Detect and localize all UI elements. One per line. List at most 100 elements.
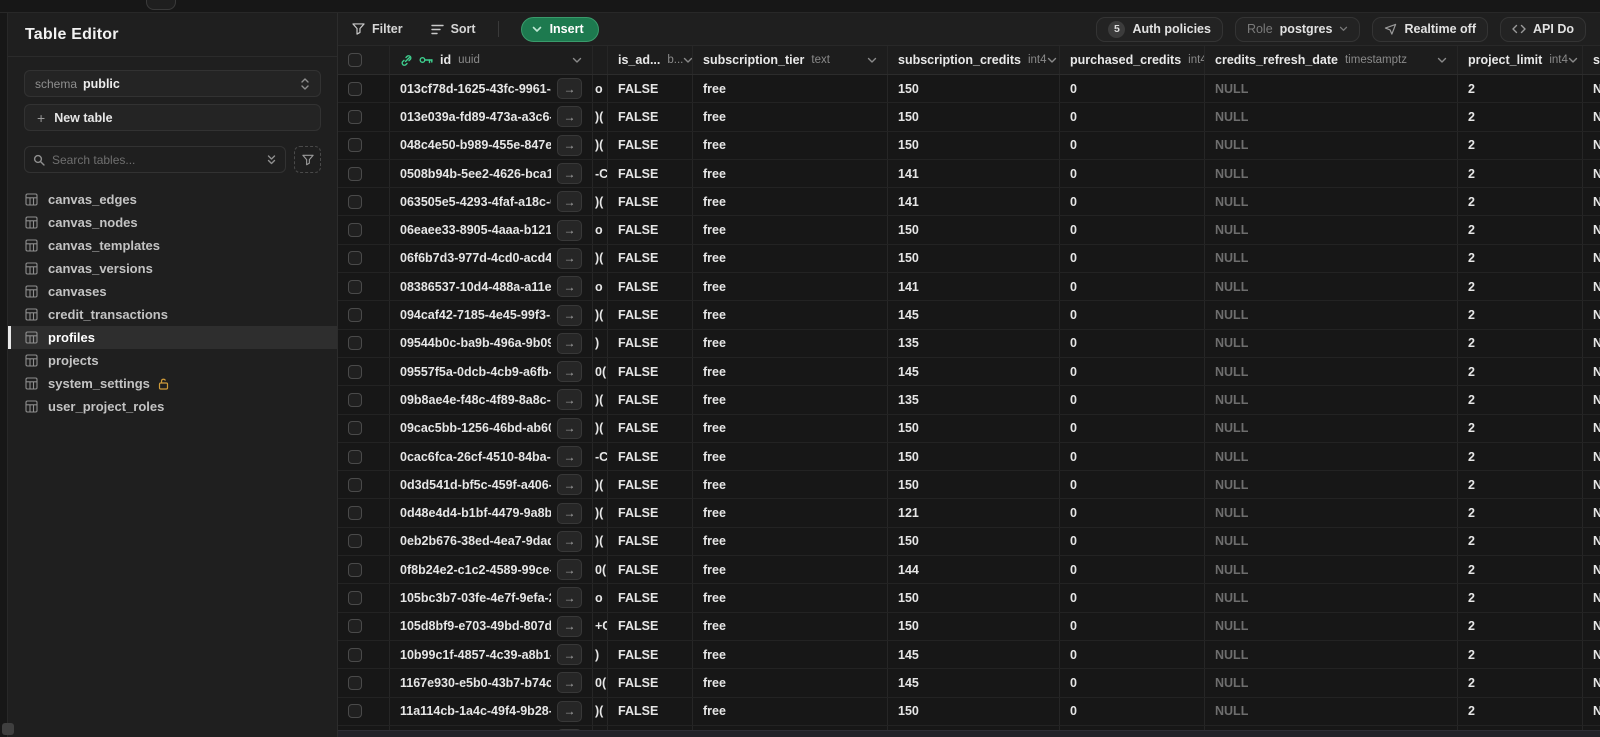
su-cell[interactable]: NU: [1583, 216, 1600, 243]
subscription-credits-cell[interactable]: 150: [888, 244, 1060, 273]
project-limit-cell[interactable]: 2: [1458, 244, 1583, 273]
clipped-cell[interactable]: )(: [593, 471, 608, 499]
project-limit-cell[interactable]: 2: [1458, 357, 1583, 386]
su-cell[interactable]: NU: [1583, 641, 1600, 668]
purchased-credits-cell[interactable]: 0: [1060, 612, 1205, 640]
select-all-checkbox[interactable]: [348, 53, 362, 67]
row-checkbox[interactable]: [348, 392, 362, 407]
row-checkbox[interactable]: [348, 477, 362, 492]
subscription-credits-cell[interactable]: 150: [888, 131, 1060, 159]
row-checkbox[interactable]: [348, 279, 362, 294]
row-checkbox[interactable]: [348, 308, 362, 323]
expand-row-button[interactable]: →: [557, 446, 582, 467]
table-row[interactable]: 08386537-10d4-488a-a11e-eb5a6... → o FAL…: [338, 273, 1600, 302]
su-cell[interactable]: NU: [1583, 386, 1600, 413]
project-limit-cell[interactable]: 2: [1458, 584, 1583, 612]
row-checkbox[interactable]: [348, 364, 362, 379]
table-row[interactable]: 1167e930-e5b0-43b7-b74c-788c9... → 0( FA…: [338, 669, 1600, 698]
sidebar-item-canvas_templates[interactable]: canvas_templates: [8, 234, 337, 257]
sidebar-item-system_settings[interactable]: system_settings: [8, 372, 337, 395]
table-row[interactable]: 105bc3b7-03fe-4e7f-9efa-21bb40... → o FA…: [338, 584, 1600, 613]
is-admin-cell[interactable]: FALSE: [608, 442, 693, 471]
row-checkbox[interactable]: [348, 81, 362, 96]
project-limit-cell[interactable]: 2: [1458, 612, 1583, 640]
purchased-credits-cell[interactable]: 0: [1060, 527, 1205, 556]
subscription-tier-cell[interactable]: free: [693, 414, 888, 442]
subscription-tier-cell[interactable]: free: [693, 527, 888, 556]
project-limit-cell[interactable]: 2: [1458, 216, 1583, 244]
column-header-subscription-tier[interactable]: subscription_tier text: [693, 46, 888, 74]
subscription-tier-cell[interactable]: free: [693, 612, 888, 640]
credits-refresh-date-cell[interactable]: NULL: [1205, 159, 1458, 188]
column-header-credits-refresh-date[interactable]: credits_refresh_date timestamptz: [1205, 46, 1458, 74]
expand-row-button[interactable]: →: [557, 106, 582, 128]
table-row[interactable]: 0f8b24e2-c1c2-4589-99ce-2c52d... → 0( FA…: [338, 556, 1600, 585]
su-cell[interactable]: NU: [1583, 103, 1600, 130]
subscription-tier-cell[interactable]: free: [693, 188, 888, 216]
su-cell[interactable]: NU: [1583, 301, 1600, 328]
id-cell[interactable]: 048c4e50-b989-455e-847e-fb2f... →: [390, 131, 593, 159]
purchased-credits-cell[interactable]: 0: [1060, 697, 1205, 725]
id-cell[interactable]: 11a114cb-1a4c-49f4-9b28-52219ec... →: [390, 697, 593, 725]
chevron-down-icon[interactable]: [867, 57, 877, 64]
credits-refresh-date-cell[interactable]: NULL: [1205, 527, 1458, 556]
row-checkbox[interactable]: [348, 506, 362, 521]
chevron-down-icon[interactable]: [1437, 57, 1447, 64]
expand-row-button[interactable]: →: [557, 474, 582, 496]
id-cell[interactable]: 105bc3b7-03fe-4e7f-9efa-21bb40... →: [390, 584, 593, 612]
clipped-cell[interactable]: )(: [593, 103, 608, 131]
purchased-credits-cell[interactable]: 0: [1060, 556, 1205, 584]
purchased-credits-cell[interactable]: 0: [1060, 414, 1205, 442]
table-row[interactable]: 0cac6fca-26cf-4510-84ba-c4580... → -C FA…: [338, 442, 1600, 472]
search-tables-input[interactable]: [52, 152, 266, 167]
row-checkbox[interactable]: [348, 166, 362, 181]
sidebar-item-credit_transactions[interactable]: credit_transactions: [8, 303, 337, 326]
id-cell[interactable]: 013e039a-fd89-473a-a3c6-ccfa9... →: [390, 103, 593, 131]
expand-row-button[interactable]: →: [557, 332, 582, 354]
project-limit-cell[interactable]: 2: [1458, 301, 1583, 329]
subscription-tier-cell[interactable]: free: [693, 556, 888, 584]
credits-refresh-date-cell[interactable]: NULL: [1205, 697, 1458, 725]
chevron-down-icon[interactable]: [572, 57, 582, 64]
su-cell[interactable]: NU: [1583, 160, 1600, 187]
column-header-id[interactable]: id uuid: [390, 46, 593, 74]
chevron-down-icon[interactable]: [1047, 57, 1057, 64]
purchased-credits-cell[interactable]: 0: [1060, 329, 1205, 357]
su-cell[interactable]: NU: [1583, 358, 1600, 385]
su-cell[interactable]: NU: [1583, 330, 1600, 357]
id-cell[interactable]: 08386537-10d4-488a-a11e-eb5a6... →: [390, 273, 593, 301]
purchased-credits-cell[interactable]: 0: [1060, 584, 1205, 612]
row-checkbox[interactable]: [348, 194, 362, 209]
clipped-cell[interactable]: )(: [593, 414, 608, 442]
subscription-credits-cell[interactable]: 150: [888, 471, 1060, 499]
clipped-cell[interactable]: )(: [593, 527, 608, 556]
project-limit-cell[interactable]: 2: [1458, 471, 1583, 499]
purchased-credits-cell[interactable]: 0: [1060, 103, 1205, 131]
cropped-top-button[interactable]: [146, 0, 176, 10]
expand-row-button[interactable]: →: [557, 700, 582, 722]
sidebar-item-canvas_nodes[interactable]: canvas_nodes: [8, 211, 337, 234]
clipped-cell[interactable]: 0(: [593, 556, 608, 584]
is-admin-cell[interactable]: FALSE: [608, 357, 693, 386]
subscription-tier-cell[interactable]: free: [693, 499, 888, 527]
clipped-cell[interactable]: o: [593, 216, 608, 244]
clipped-cell[interactable]: 0(: [593, 669, 608, 697]
id-cell[interactable]: 013cf78d-1625-43fc-9961-442189... →: [390, 75, 593, 103]
table-row[interactable]: 063505e5-4293-4faf-a18c-0e65b... → )( FA…: [338, 188, 1600, 217]
purchased-credits-cell[interactable]: 0: [1060, 386, 1205, 414]
credits-refresh-date-cell[interactable]: NULL: [1205, 131, 1458, 159]
project-limit-cell[interactable]: 2: [1458, 442, 1583, 471]
purchased-credits-cell[interactable]: 0: [1060, 669, 1205, 697]
table-row[interactable]: 06f6b7d3-977d-4cd0-acd4-4a78... → )( FAL…: [338, 244, 1600, 274]
expand-row-button[interactable]: →: [557, 134, 582, 156]
clipped-cell[interactable]: -C: [593, 442, 608, 471]
clipped-cell[interactable]: ): [593, 329, 608, 357]
expand-row-button[interactable]: →: [557, 530, 582, 552]
row-checkbox[interactable]: [348, 336, 362, 351]
su-cell[interactable]: NU: [1583, 273, 1600, 300]
sidebar-item-canvases[interactable]: canvases: [8, 280, 337, 303]
project-limit-cell[interactable]: 2: [1458, 527, 1583, 556]
expand-row-button[interactable]: →: [557, 361, 582, 383]
column-header-purchased-credits[interactable]: purchased_credits int4: [1060, 46, 1205, 74]
column-header-su-clipped[interactable]: su: [1583, 46, 1600, 74]
